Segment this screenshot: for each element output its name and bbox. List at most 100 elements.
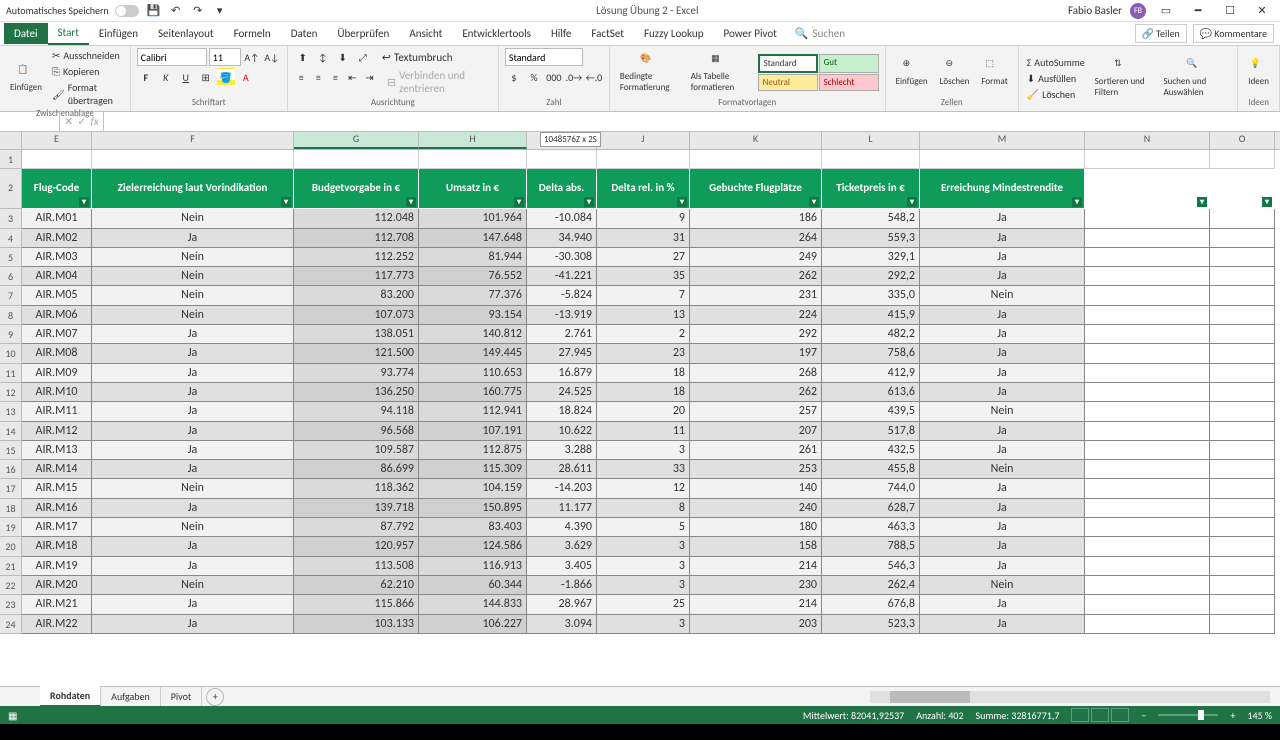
cell[interactable] xyxy=(1210,229,1275,248)
cell[interactable]: Ja xyxy=(920,441,1085,460)
cell[interactable]: Ja xyxy=(920,364,1085,383)
cell[interactable]: -10.084 xyxy=(527,209,597,228)
cell[interactable] xyxy=(1085,209,1210,228)
cell[interactable]: 103.133 xyxy=(294,615,419,634)
cell[interactable]: Ja xyxy=(920,518,1085,537)
cell[interactable] xyxy=(1210,576,1275,595)
cell[interactable]: 559,3 xyxy=(822,229,920,248)
cell[interactable]: Ja xyxy=(92,325,294,344)
cell[interactable]: Ja xyxy=(920,306,1085,325)
col-header-h[interactable]: H xyxy=(419,132,527,149)
align-middle-icon[interactable]: ↕ xyxy=(314,48,332,66)
thousands-icon[interactable]: 000 xyxy=(545,68,563,86)
cell[interactable]: AIR.M15 xyxy=(22,479,92,498)
cell[interactable] xyxy=(1210,344,1275,363)
cell[interactable]: Ja xyxy=(92,537,294,556)
cell[interactable] xyxy=(1085,286,1210,305)
cell[interactable]: 18 xyxy=(597,364,690,383)
cell[interactable]: Nein xyxy=(92,518,294,537)
cell[interactable]: AIR.M08 xyxy=(22,344,92,363)
cell[interactable]: Ja xyxy=(920,479,1085,498)
bold-icon[interactable]: F xyxy=(137,68,155,86)
cell[interactable]: 523,3 xyxy=(822,615,920,634)
increase-font-icon[interactable]: A↑ xyxy=(243,48,261,66)
row-header[interactable]: 21 xyxy=(0,557,22,576)
cell[interactable] xyxy=(1085,169,1210,209)
cell[interactable]: Ja xyxy=(920,229,1085,248)
tab-daten[interactable]: Daten xyxy=(281,23,328,44)
cell[interactable]: 264 xyxy=(690,229,822,248)
tab-ansicht[interactable]: Ansicht xyxy=(399,23,452,44)
cell[interactable]: -13.919 xyxy=(527,306,597,325)
cell[interactable]: 3.405 xyxy=(527,557,597,576)
row-header[interactable]: 23 xyxy=(0,595,22,614)
cell[interactable]: 86.699 xyxy=(294,460,419,479)
cell[interactable] xyxy=(1085,364,1210,383)
cell[interactable]: AIR.M16 xyxy=(22,499,92,518)
cell[interactable] xyxy=(1210,537,1275,556)
cell[interactable]: 3 xyxy=(597,537,690,556)
paste-button[interactable]: 📋Einfügen xyxy=(6,62,46,95)
cell[interactable]: 112.252 xyxy=(294,248,419,267)
cell[interactable] xyxy=(1210,364,1275,383)
cell[interactable]: Ja xyxy=(920,383,1085,402)
cell[interactable]: 107.191 xyxy=(419,422,527,441)
search-label[interactable]: Suchen xyxy=(813,27,846,40)
tab-seitenlayout[interactable]: Seitenlayout xyxy=(148,23,224,44)
cell[interactable]: 268 xyxy=(690,364,822,383)
cell[interactable] xyxy=(1210,383,1275,402)
cell[interactable] xyxy=(1210,441,1275,460)
search-icon[interactable]: 🔍 xyxy=(795,27,809,40)
formula-input[interactable] xyxy=(104,112,1280,131)
cell[interactable] xyxy=(1085,460,1210,479)
col-header-k[interactable]: K xyxy=(690,132,822,149)
style-schlecht[interactable]: Schlecht xyxy=(819,74,879,91)
cell[interactable]: 113.508 xyxy=(294,557,419,576)
cell[interactable]: Ja xyxy=(92,499,294,518)
cell[interactable]: 83.200 xyxy=(294,286,419,305)
cell[interactable]: 93.154 xyxy=(419,306,527,325)
col-header-m[interactable]: M xyxy=(920,132,1085,149)
cell[interactable] xyxy=(1210,422,1275,441)
cell[interactable] xyxy=(1085,479,1210,498)
cell[interactable]: Ja xyxy=(92,402,294,421)
insert-cells-button[interactable]: ⊕Einfügen xyxy=(892,56,932,89)
cell[interactable]: 83.403 xyxy=(419,518,527,537)
cell[interactable]: Ja xyxy=(92,364,294,383)
maximize-icon[interactable]: ☐ xyxy=(1218,1,1242,21)
cell[interactable]: AIR.M21 xyxy=(22,595,92,614)
cell[interactable] xyxy=(1210,286,1275,305)
cell[interactable]: Ja xyxy=(92,615,294,634)
clear-button[interactable]: 🧹 Löschen xyxy=(1025,87,1087,102)
cell[interactable]: 23 xyxy=(597,344,690,363)
cell[interactable] xyxy=(1210,267,1275,286)
cell[interactable]: 197 xyxy=(690,344,822,363)
cell[interactable] xyxy=(1210,615,1275,634)
name-box[interactable] xyxy=(0,112,60,131)
cell[interactable]: 329,1 xyxy=(822,248,920,267)
cell[interactable]: 455,8 xyxy=(822,460,920,479)
tab-hilfe[interactable]: Hilfe xyxy=(541,23,581,44)
cell[interactable] xyxy=(1210,479,1275,498)
cell[interactable] xyxy=(597,150,690,169)
cell[interactable]: AIR.M07 xyxy=(22,325,92,344)
format-painter-button[interactable]: 🖌 Format übertragen xyxy=(50,80,124,108)
dec-decimal-icon[interactable]: ←.0 xyxy=(585,68,603,86)
cell[interactable]: 149.445 xyxy=(419,344,527,363)
cell[interactable]: 412,9 xyxy=(822,364,920,383)
orientation-icon[interactable]: ⤢ xyxy=(354,48,372,66)
cell[interactable]: Ja xyxy=(92,595,294,614)
cell[interactable]: 240 xyxy=(690,499,822,518)
cell[interactable]: 62.210 xyxy=(294,576,419,595)
cell[interactable] xyxy=(1085,615,1210,634)
cell[interactable]: 432,5 xyxy=(822,441,920,460)
table-header-cell[interactable]: Delta rel. in % xyxy=(597,169,690,209)
cell[interactable] xyxy=(1085,518,1210,537)
cell[interactable]: AIR.M10 xyxy=(22,383,92,402)
cell[interactable]: AIR.M01 xyxy=(22,209,92,228)
italic-icon[interactable]: K xyxy=(157,68,175,86)
cell[interactable]: Ja xyxy=(920,422,1085,441)
cell[interactable]: 3 xyxy=(597,615,690,634)
cell[interactable]: 147.648 xyxy=(419,229,527,248)
cell[interactable]: 10.622 xyxy=(527,422,597,441)
